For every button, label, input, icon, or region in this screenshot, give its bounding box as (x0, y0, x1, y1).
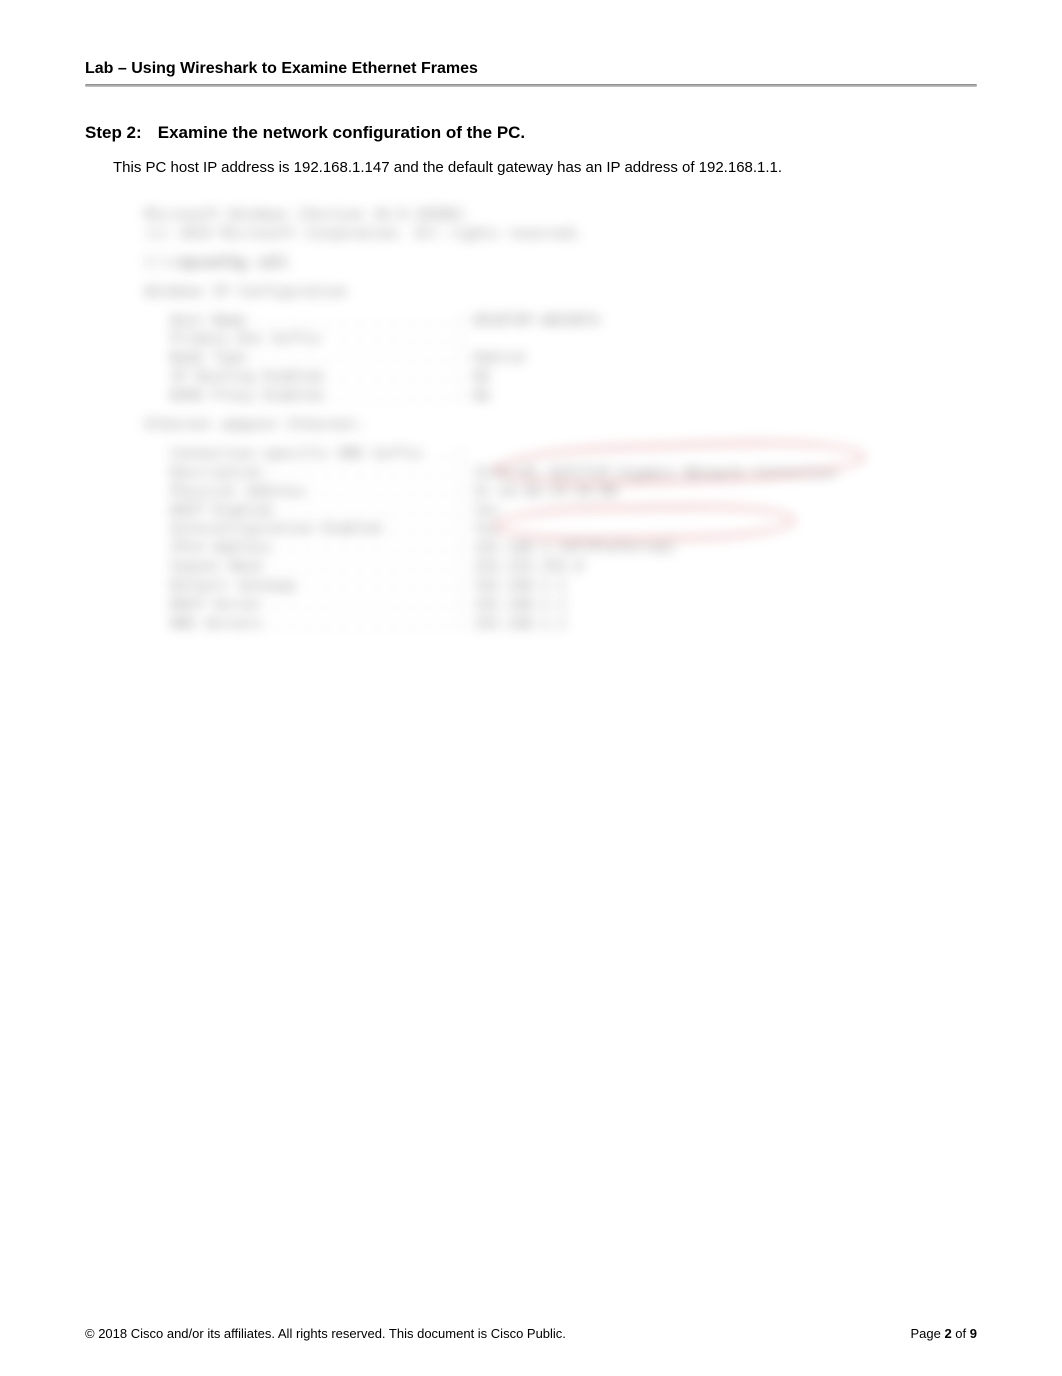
step-heading: Step 2: Examine the network configuratio… (85, 123, 977, 143)
ipconfig-subnet: Subnet Mask . . . . . . . . . . . : 255.… (145, 558, 865, 577)
value: No (465, 369, 490, 385)
ipconfig-iprouting: IP Routing Enabled. . . . . . . . : No (145, 368, 865, 387)
cmd-copyright-line: (c) 2015 Microsoft Corporation. All righ… (145, 225, 865, 244)
label: Connection-specific DNS Suffix . : (145, 446, 465, 462)
label: DHCP Server . . . . . . . . . . . : (145, 597, 465, 613)
label: Primary Dns Suffix . . . . . . . : (145, 331, 465, 347)
cmd-prompt: C:\> (145, 255, 179, 271)
label: Default Gateway . . . . . . . . . : (145, 578, 465, 594)
page-prefix: Page (910, 1326, 944, 1341)
ipconfig-winsproxy: WINS Proxy Enabled. . . . . . . . : No (145, 387, 865, 406)
label: IP Routing Enabled. . . . . . . . : (145, 369, 465, 385)
ipconfig-dnsservers: DNS Servers . . . . . . . . . . . : 192.… (145, 615, 865, 634)
label: Physical Address. . . . . . . . . : (145, 484, 465, 500)
value: No (465, 388, 490, 404)
step-title: Examine the network configuration of the… (158, 123, 525, 142)
value: 192.168.1.1 (465, 578, 566, 594)
ipconfig-section1-title: Windows IP Configuration (145, 283, 865, 302)
value: Yes (465, 521, 499, 537)
value: 255.255.255.0 (465, 559, 583, 575)
page-current: 2 (944, 1326, 951, 1341)
value: 5C-26-0A-24-2A-00 (465, 484, 617, 500)
page-footer: © 2018 Cisco and/or its affiliates. All … (85, 1326, 977, 1341)
lab-header-title: Lab – Using Wireshark to Examine Etherne… (85, 60, 977, 78)
label: DHCP Enabled. . . . . . . . . . . : (145, 503, 465, 519)
cmd-command: ipconfig /all (179, 255, 289, 271)
value: DESKTOP-ABCDEFG (465, 313, 600, 329)
value: 192.168.1.1 (465, 597, 566, 613)
page-total: 9 (970, 1326, 977, 1341)
ipconfig-hostname: Host Name . . . . . . . . . . . . : DESK… (145, 312, 865, 331)
ipconfig-dnssuffix: Primary Dns Suffix . . . . . . . : (145, 330, 865, 349)
label: DNS Servers . . . . . . . . . . . : (145, 616, 465, 632)
value: Hybrid (465, 350, 524, 366)
step-label: Step 2: (85, 123, 153, 143)
label: Node Type . . . . . . . . . . . . : (145, 350, 465, 366)
value: 192.168.1.147(Preferred) (465, 540, 676, 556)
label: Description . . . . . . . . . . . : (145, 465, 465, 481)
ipconfig-ipv4: IPv4 Address. . . . . . . . . . . : 192.… (145, 539, 865, 558)
label: IPv4 Address. . . . . . . . . . . : (145, 540, 465, 556)
footer-copyright: © 2018 Cisco and/or its affiliates. All … (85, 1326, 566, 1341)
label: WINS Proxy Enabled. . . . . . . . : (145, 388, 465, 404)
ipconfig-gateway: Default Gateway . . . . . . . . . : 192.… (145, 577, 865, 596)
ipconfig-physaddr: Physical Address. . . . . . . . . : 5C-2… (145, 483, 865, 502)
ipconfig-nodetype: Node Type . . . . . . . . . . . . : Hybr… (145, 349, 865, 368)
label: Subnet Mask . . . . . . . . . . . : (145, 559, 465, 575)
cmd-version-line: Microsoft Windows [Version 10.0.10586] (145, 206, 865, 225)
ipconfig-section2-title: Ethernet adapter Ethernet: (145, 416, 865, 435)
step-body-text: This PC host IP address is 192.168.1.147… (113, 157, 977, 178)
ipconfig-screenshot: Microsoft Windows [Version 10.0.10586] (… (145, 206, 865, 626)
value: 192.168.1.1 (465, 616, 566, 632)
label: Autoconfiguration Enabled . . . . : (145, 521, 465, 537)
value: Yes (465, 503, 499, 519)
header-divider (85, 84, 977, 87)
page-of: of (952, 1326, 970, 1341)
ipconfig-dhcpserver: DHCP Server . . . . . . . . . . . : 192.… (145, 596, 865, 615)
footer-page-number: Page 2 of 9 (910, 1326, 977, 1341)
label: Host Name . . . . . . . . . . . . : (145, 313, 465, 329)
